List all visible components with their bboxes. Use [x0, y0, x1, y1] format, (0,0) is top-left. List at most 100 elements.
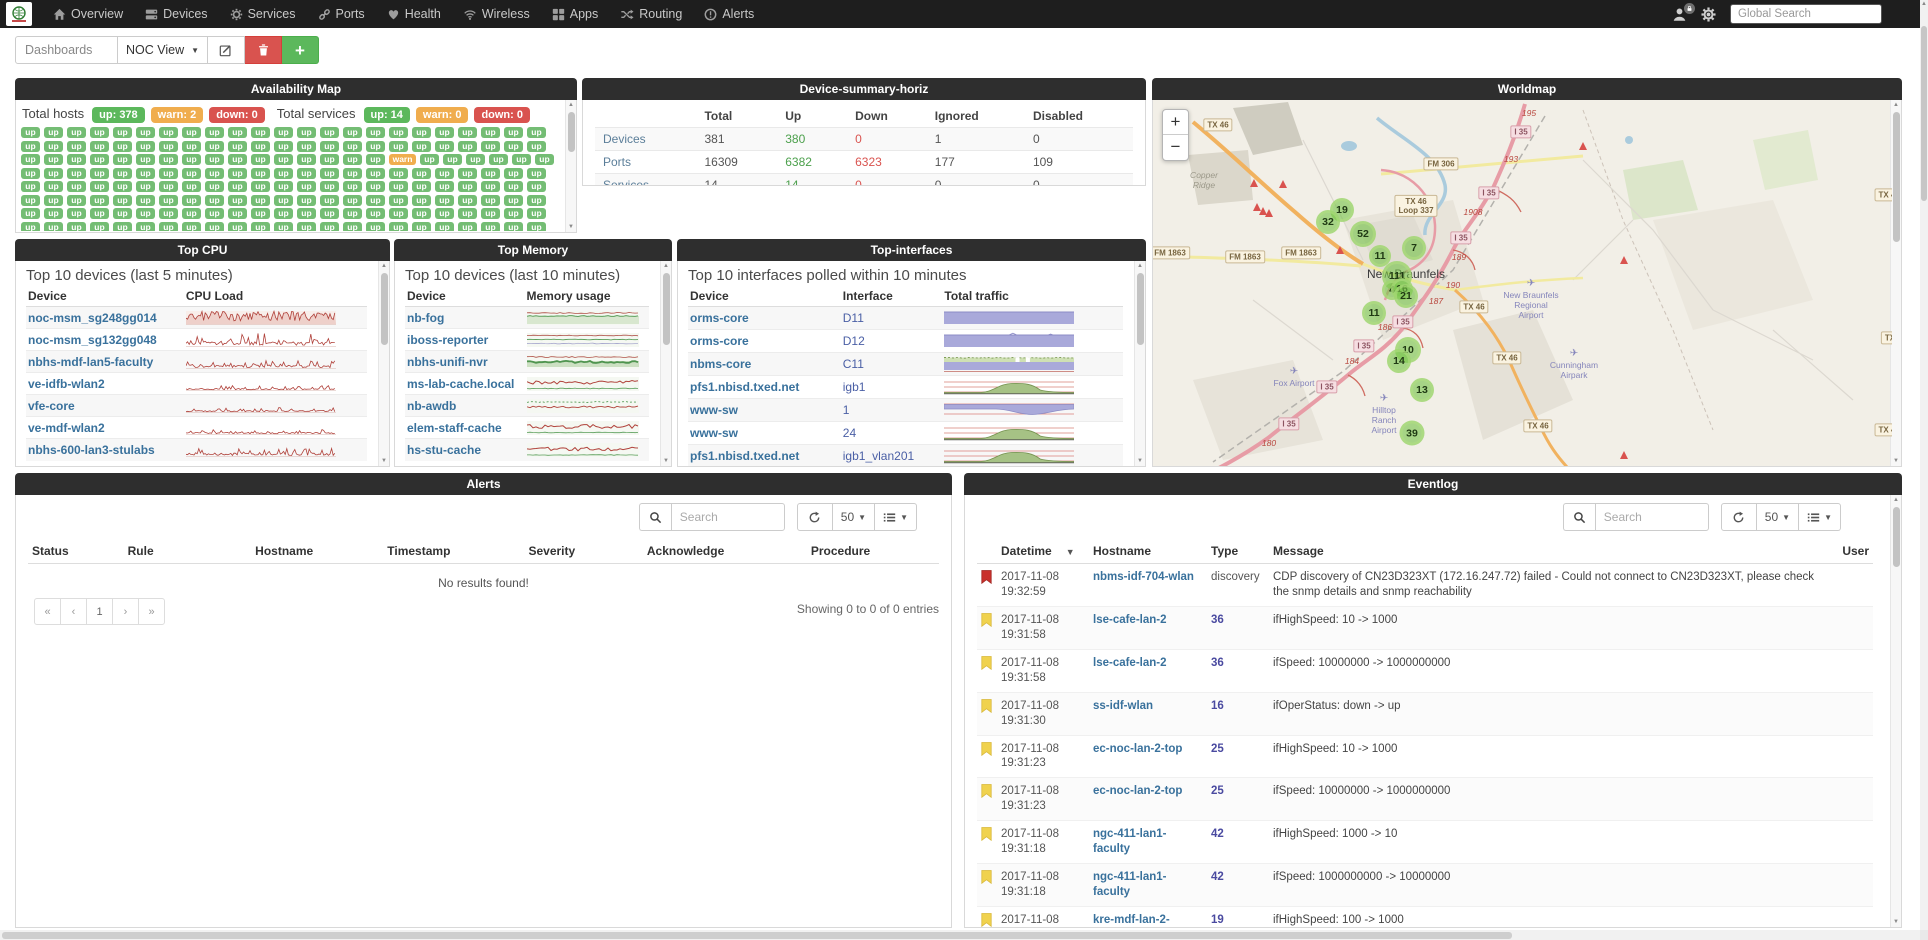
event-hostname-link[interactable]: nbms-idf-704-wlan: [1093, 571, 1194, 583]
host-status-badge[interactable]: up: [21, 208, 40, 219]
device-link[interactable]: vfe-core: [28, 399, 75, 413]
host-status-badge[interactable]: up: [389, 208, 408, 219]
alerts-header-severity[interactable]: Severity: [524, 539, 643, 564]
interface-link[interactable]: D11: [843, 311, 864, 325]
graph-sparkline[interactable]: [183, 394, 367, 417]
scroll-down-icon[interactable]: ▼: [379, 458, 389, 464]
host-status-badge[interactable]: up: [274, 208, 293, 219]
host-status-badge[interactable]: up: [113, 167, 132, 179]
device-link[interactable]: ve-idfb-wlan2: [28, 377, 105, 391]
graph-sparkline[interactable]: [942, 398, 1123, 422]
host-status-badge[interactable]: up: [90, 167, 109, 179]
host-status-badge[interactable]: up: [67, 181, 86, 192]
device-cluster-marker[interactable]: 39: [1399, 420, 1425, 446]
host-status-badge[interactable]: up: [420, 154, 439, 165]
host-status-badge[interactable]: up: [389, 127, 408, 138]
global-search-input[interactable]: [1730, 4, 1882, 24]
host-status-badge[interactable]: up: [504, 167, 523, 179]
zoom-out-button[interactable]: −: [1163, 135, 1188, 160]
device-link[interactable]: www-sw: [690, 403, 738, 417]
event-type[interactable]: 25: [1211, 785, 1224, 797]
host-status-badge[interactable]: up: [481, 127, 500, 138]
host-status-badge[interactable]: up: [458, 221, 477, 231]
device-link[interactable]: www-sw: [690, 426, 738, 440]
host-status-badge[interactable]: up: [159, 167, 178, 179]
interface-link[interactable]: 24: [843, 426, 856, 440]
device-link[interactable]: hs-stu-cache: [407, 443, 481, 457]
graph-sparkline[interactable]: [942, 421, 1123, 445]
scroll-up-icon[interactable]: ▲: [1135, 263, 1145, 269]
scroll-up-icon[interactable]: ▲: [1891, 102, 1901, 108]
host-status-badge[interactable]: up: [297, 221, 316, 231]
nav-item-routing[interactable]: Routing: [609, 0, 693, 28]
host-status-badge[interactable]: up: [481, 221, 500, 231]
host-status-badge[interactable]: up: [504, 140, 523, 152]
scroll-up-icon[interactable]: ▲: [1891, 497, 1901, 503]
device-link[interactable]: ms-lab-cache.local: [407, 377, 514, 391]
event-hostname-link[interactable]: kre-mdf-lan-2-bottom: [1093, 914, 1170, 927]
host-status-badge[interactable]: up: [504, 127, 523, 138]
interface-link[interactable]: igb1_vlan201: [843, 449, 914, 463]
host-status-badge[interactable]: up: [320, 194, 339, 206]
host-status-badge[interactable]: up: [320, 181, 339, 192]
nav-item-apps[interactable]: Apps: [541, 0, 610, 28]
host-status-badge[interactable]: up: [458, 208, 477, 219]
alerts-columns-button[interactable]: ▼: [875, 503, 917, 531]
eventlog-scrollbar[interactable]: ▲ ▼: [1890, 495, 1901, 927]
host-status-badge[interactable]: up: [182, 127, 201, 138]
scroll-down-icon[interactable]: ▼: [1891, 919, 1901, 925]
host-status-badge[interactable]: up: [320, 167, 339, 179]
host-status-badge[interactable]: up: [389, 221, 408, 231]
host-status-badge[interactable]: up: [389, 167, 408, 179]
host-status-badge[interactable]: up: [512, 154, 531, 165]
zoom-in-button[interactable]: +: [1163, 110, 1188, 135]
host-status-badge[interactable]: up: [21, 221, 40, 231]
scroll-up-icon[interactable]: ▲: [379, 263, 389, 269]
settings-gear-button[interactable]: [1701, 6, 1716, 22]
host-status-badge[interactable]: up: [481, 181, 500, 192]
host-status-badge[interactable]: up: [136, 167, 155, 179]
event-hostname-link[interactable]: ngc-411-lan1-faculty: [1093, 828, 1167, 855]
host-status-badge[interactable]: up: [297, 140, 316, 152]
host-status-badge[interactable]: up: [297, 181, 316, 192]
graph-sparkline[interactable]: [183, 306, 367, 329]
next-page-button[interactable]: ›: [112, 598, 139, 625]
host-status-badge[interactable]: up: [343, 181, 362, 192]
host-status-badge[interactable]: up: [320, 208, 339, 219]
host-status-badge[interactable]: up: [90, 127, 109, 138]
device-link[interactable]: pfs1.nbisd.txed.net: [690, 380, 799, 394]
host-status-badge[interactable]: up: [527, 127, 546, 138]
host-status-badge[interactable]: up: [481, 208, 500, 219]
host-status-badge[interactable]: up: [527, 208, 546, 219]
event-hostname-link[interactable]: ec-noc-lan-2-top: [1093, 785, 1182, 797]
host-status-badge[interactable]: up: [458, 194, 477, 206]
device-warning-marker[interactable]: [1620, 256, 1628, 264]
host-status-badge[interactable]: up: [228, 140, 247, 152]
host-status-badge[interactable]: up: [182, 194, 201, 206]
host-status-badge[interactable]: up: [205, 154, 224, 165]
host-status-badge[interactable]: up: [182, 154, 201, 165]
host-status-badge[interactable]: up: [44, 181, 63, 192]
scroll-up-icon[interactable]: ▲: [566, 102, 576, 108]
host-status-badge[interactable]: up: [159, 181, 178, 192]
sort-desc-icon[interactable]: ▼: [1066, 547, 1075, 557]
device-warning-marker[interactable]: [1279, 180, 1287, 188]
host-status-badge[interactable]: up: [481, 194, 500, 206]
graph-sparkline[interactable]: [183, 416, 367, 439]
device-cluster-marker[interactable]: 52: [1350, 221, 1376, 247]
host-status-badge[interactable]: up: [527, 221, 546, 231]
device-cluster-marker[interactable]: 32: [1316, 210, 1340, 234]
host-status-badge[interactable]: up: [435, 221, 454, 231]
host-status-badge[interactable]: up: [159, 154, 178, 165]
host-status-badge[interactable]: up: [527, 181, 546, 192]
host-status-badge[interactable]: up: [251, 208, 270, 219]
host-status-badge[interactable]: up: [205, 221, 224, 231]
device-warning-marker[interactable]: [1336, 246, 1344, 254]
host-status-badge[interactable]: up: [412, 127, 431, 138]
alerts-header-procedure[interactable]: Procedure: [806, 539, 939, 564]
device-link[interactable]: elem-staff-cache: [407, 421, 502, 435]
nav-item-services[interactable]: Services: [219, 0, 307, 28]
graph-sparkline[interactable]: [524, 328, 649, 351]
host-status-badge[interactable]: up: [113, 127, 132, 138]
event-type[interactable]: 25: [1211, 743, 1224, 755]
